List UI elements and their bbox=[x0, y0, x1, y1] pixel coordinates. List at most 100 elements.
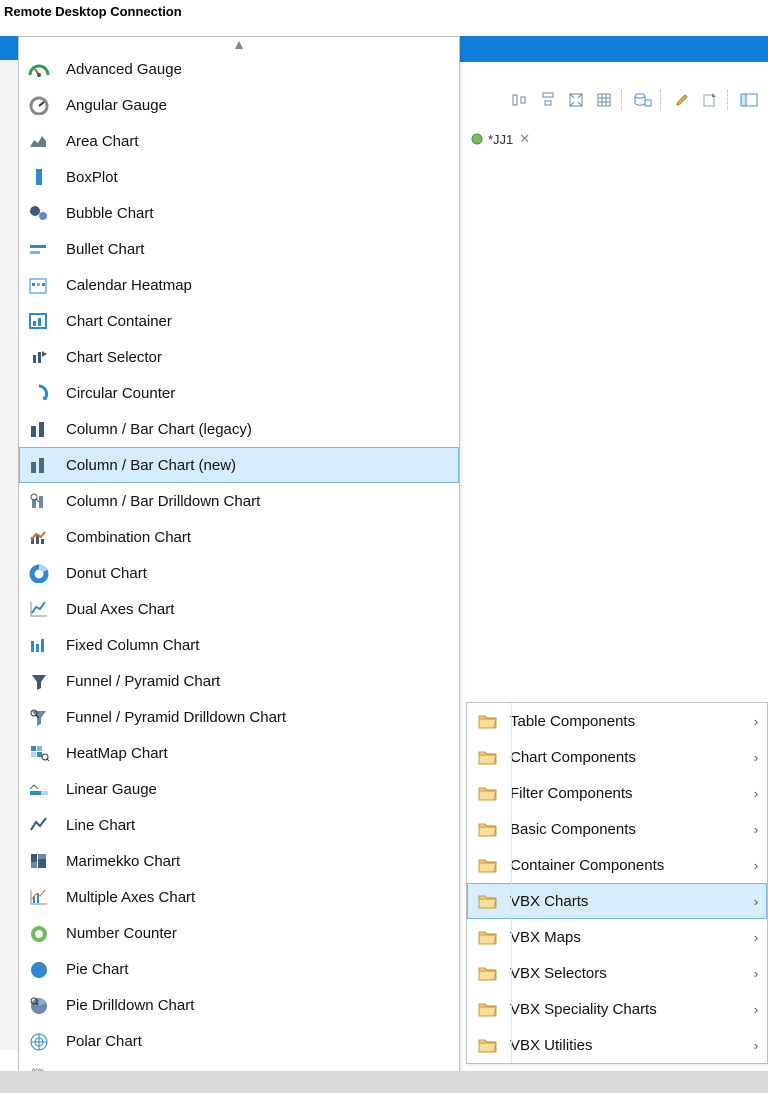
chart-type-item[interactable]: Calendar Heatmap bbox=[19, 267, 459, 303]
fixed-icon bbox=[28, 634, 50, 656]
chevron-right-icon: › bbox=[746, 1002, 766, 1017]
chart-type-item[interactable]: BoxPlot bbox=[19, 159, 459, 195]
brush-icon[interactable] bbox=[669, 88, 695, 112]
folder-open-icon bbox=[478, 893, 498, 909]
chart-type-item[interactable]: Column / Bar Chart (legacy) bbox=[19, 411, 459, 447]
chevron-right-icon: › bbox=[746, 966, 766, 981]
chart-type-item[interactable]: Chart Selector bbox=[19, 339, 459, 375]
status-bar bbox=[0, 1071, 768, 1093]
chart-type-item[interactable]: Number Counter bbox=[19, 915, 459, 951]
chart-type-item[interactable]: Funnel / Pyramid Drilldown Chart bbox=[19, 699, 459, 735]
chart-type-label: Area Chart bbox=[66, 133, 139, 150]
chart-type-label: Bubble Chart bbox=[66, 205, 154, 222]
chart-type-item[interactable]: HeatMap Chart bbox=[19, 735, 459, 771]
align-horizontal-icon[interactable] bbox=[507, 88, 533, 112]
chevron-right-icon: › bbox=[746, 858, 766, 873]
chart-type-item[interactable]: Dual Axes Chart bbox=[19, 591, 459, 627]
chart-type-item[interactable]: Funnel / Pyramid Chart bbox=[19, 663, 459, 699]
chart-type-item[interactable]: Multiple Axes Chart bbox=[19, 879, 459, 915]
context-menu-item[interactable]: VBX Speciality Charts› bbox=[467, 991, 767, 1027]
chart-type-item[interactable]: Column / Bar Chart (new) bbox=[19, 447, 459, 483]
editor-toolbar bbox=[507, 88, 762, 112]
selector-icon bbox=[28, 346, 50, 368]
chart-type-label: Funnel / Pyramid Drilldown Chart bbox=[66, 709, 286, 726]
tab-label: *JJ1 bbox=[488, 132, 513, 147]
chart-type-label: Multiple Axes Chart bbox=[66, 889, 195, 906]
polar-icon bbox=[28, 1030, 50, 1052]
scroll-up-arrow[interactable]: ▲ bbox=[19, 37, 459, 51]
chart-type-item[interactable]: Pie Chart bbox=[19, 951, 459, 987]
context-menu-item[interactable]: Table Components› bbox=[467, 703, 767, 739]
context-menu-label: VBX Utilities bbox=[510, 1037, 746, 1054]
chart-type-label: Advanced Gauge bbox=[66, 61, 182, 78]
chart-type-item[interactable]: Polar Chart bbox=[19, 1023, 459, 1059]
chart-type-item[interactable]: Chart Container bbox=[19, 303, 459, 339]
layout-icon[interactable] bbox=[736, 88, 762, 112]
context-menu-label: Container Components bbox=[510, 857, 746, 874]
maximize-icon[interactable] bbox=[563, 88, 589, 112]
folder-open-icon bbox=[478, 1037, 498, 1053]
chart-type-label: Column / Bar Drilldown Chart bbox=[66, 493, 260, 510]
chart-type-item[interactable]: Angular Gauge bbox=[19, 87, 459, 123]
chart-type-label: Number Counter bbox=[66, 925, 177, 942]
chart-type-label: Fixed Column Chart bbox=[66, 637, 199, 654]
pie-drill-icon bbox=[28, 994, 50, 1016]
context-menu-label: VBX Speciality Charts bbox=[510, 1001, 746, 1018]
chart-type-item[interactable]: Area Chart bbox=[19, 123, 459, 159]
chart-type-item[interactable]: Bubble Chart bbox=[19, 195, 459, 231]
context-menu-label: VBX Maps bbox=[510, 929, 746, 946]
chart-type-label: Bullet Chart bbox=[66, 241, 144, 258]
chart-type-item[interactable]: Marimekko Chart bbox=[19, 843, 459, 879]
context-menu-item[interactable]: Chart Components› bbox=[467, 739, 767, 775]
context-menu-item[interactable]: VBX Charts› bbox=[467, 883, 767, 919]
context-menu-item[interactable]: VBX Utilities› bbox=[467, 1027, 767, 1063]
context-menu-item[interactable]: VBX Maps› bbox=[467, 919, 767, 955]
context-menu-item[interactable]: Filter Components› bbox=[467, 775, 767, 811]
context-menu-item[interactable]: Container Components› bbox=[467, 847, 767, 883]
collapsed-side-panel[interactable] bbox=[0, 60, 19, 1050]
chart-type-label: Donut Chart bbox=[66, 565, 147, 582]
chart-type-item[interactable]: Column / Bar Drilldown Chart bbox=[19, 483, 459, 519]
tab-close-icon[interactable]: ✕ bbox=[517, 131, 532, 147]
chart-type-item[interactable]: Advanced Gauge bbox=[19, 51, 459, 87]
chart-type-item[interactable]: Fixed Column Chart bbox=[19, 627, 459, 663]
grid-icon[interactable] bbox=[591, 88, 617, 112]
col-drill-icon bbox=[28, 490, 50, 512]
tab-doc-icon bbox=[470, 132, 484, 146]
chart-type-item[interactable]: Combination Chart bbox=[19, 519, 459, 555]
align-vertical-icon[interactable] bbox=[535, 88, 561, 112]
chart-type-label: Polar Chart bbox=[66, 1033, 142, 1050]
chart-type-item[interactable]: Bullet Chart bbox=[19, 231, 459, 267]
mekko-icon bbox=[28, 850, 50, 872]
line-icon bbox=[28, 814, 50, 836]
titlebar: Remote Desktop Connection bbox=[0, 0, 768, 31]
pie-icon bbox=[28, 958, 50, 980]
area-icon bbox=[28, 130, 50, 152]
chevron-right-icon: › bbox=[746, 750, 766, 765]
chart-type-item[interactable]: Circular Counter bbox=[19, 375, 459, 411]
chart-type-label: Column / Bar Chart (new) bbox=[66, 457, 236, 474]
context-menu-label: Chart Components bbox=[510, 749, 746, 766]
funnel-icon bbox=[28, 670, 50, 692]
export-icon[interactable] bbox=[697, 88, 723, 112]
chart-type-item[interactable]: Line Chart bbox=[19, 807, 459, 843]
toolbar-separator bbox=[660, 90, 665, 110]
chart-type-item[interactable]: Linear Gauge bbox=[19, 771, 459, 807]
data-source-icon[interactable] bbox=[630, 88, 656, 112]
context-menu-item[interactable]: Basic Components› bbox=[467, 811, 767, 847]
editor-tab[interactable]: *JJ1 ✕ bbox=[466, 129, 536, 149]
chart-type-item[interactable]: Donut Chart bbox=[19, 555, 459, 591]
chart-type-label: Funnel / Pyramid Chart bbox=[66, 673, 220, 690]
multi-icon bbox=[28, 886, 50, 908]
context-menu-label: VBX Selectors bbox=[510, 965, 746, 982]
context-menu-item[interactable]: VBX Selectors› bbox=[467, 955, 767, 991]
chevron-right-icon: › bbox=[746, 822, 766, 837]
chart-type-label: Pie Chart bbox=[66, 961, 129, 978]
heat-icon bbox=[28, 742, 50, 764]
chevron-right-icon: › bbox=[746, 714, 766, 729]
col-legacy-icon bbox=[28, 418, 50, 440]
chart-type-item[interactable]: Pie Drilldown Chart bbox=[19, 987, 459, 1023]
toolbar-separator bbox=[621, 90, 626, 110]
chart-type-label: Combination Chart bbox=[66, 529, 191, 546]
cal-icon bbox=[28, 274, 50, 296]
